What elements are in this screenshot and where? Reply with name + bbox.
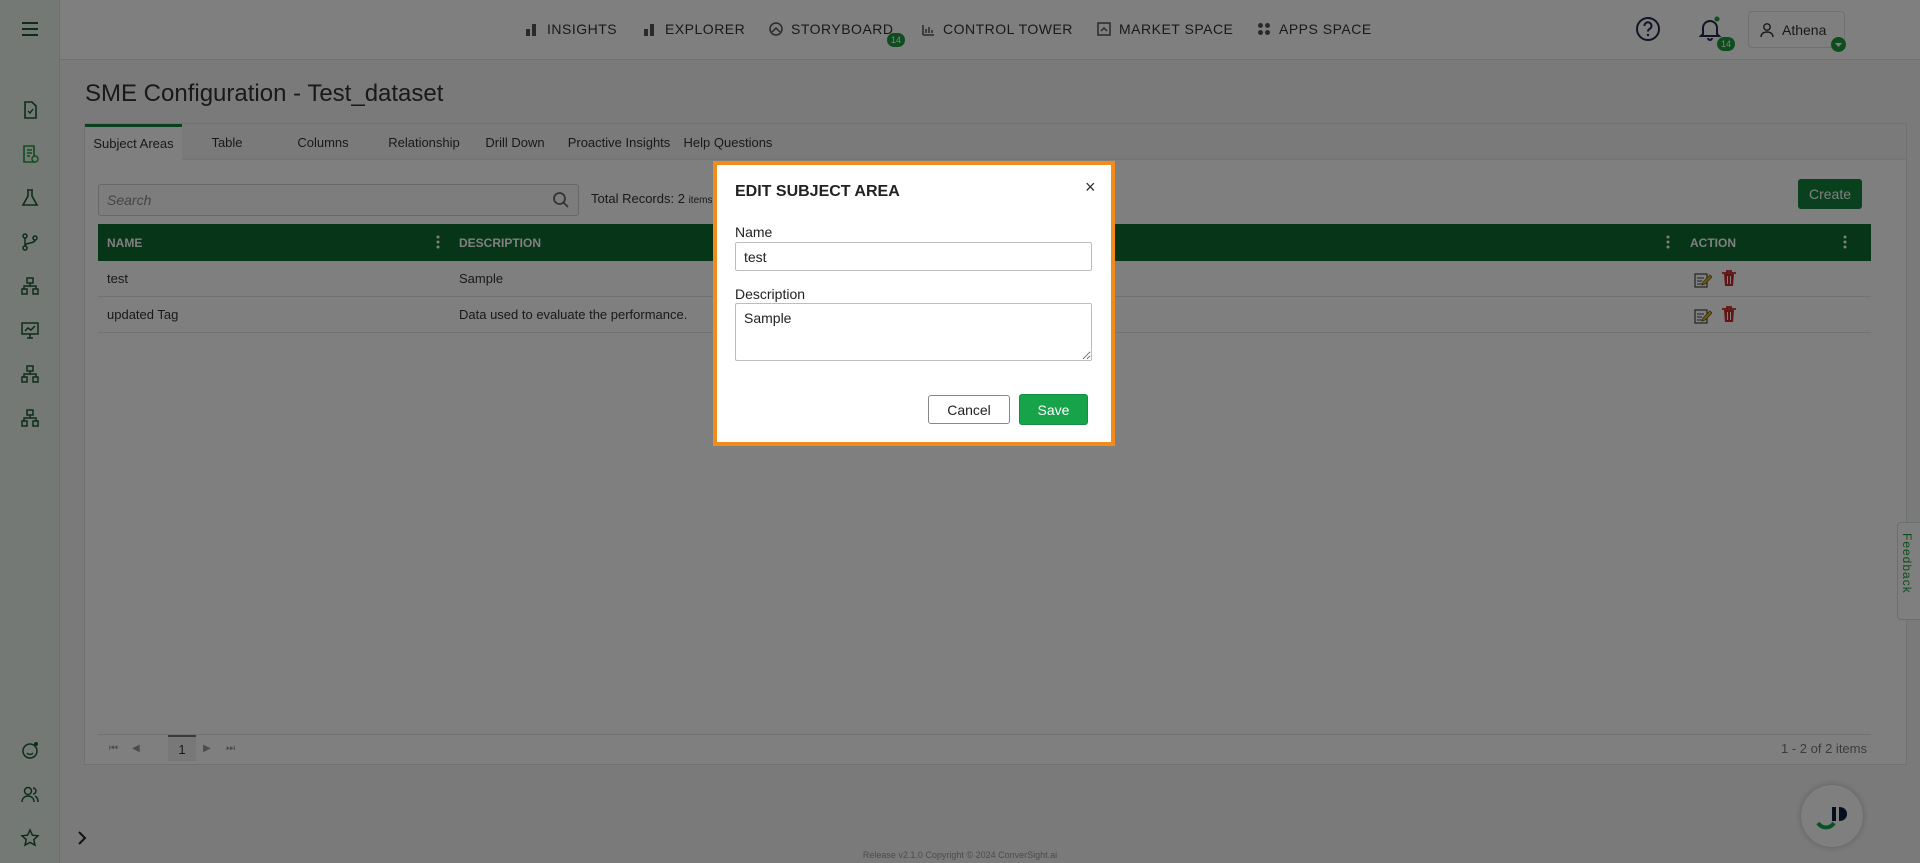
save-button[interactable]: Save [1019,394,1088,425]
edit-subject-area-dialog: EDIT SUBJECT AREA × Name Description Sam… [713,161,1115,446]
description-label: Description [735,286,806,302]
name-field[interactable] [735,242,1092,271]
name-label: Name [735,224,773,240]
description-field[interactable]: Sample [735,303,1092,361]
cancel-button[interactable]: Cancel [928,395,1010,424]
dialog-title: EDIT SUBJECT AREA [735,183,900,200]
close-icon[interactable]: × [1085,177,1096,198]
